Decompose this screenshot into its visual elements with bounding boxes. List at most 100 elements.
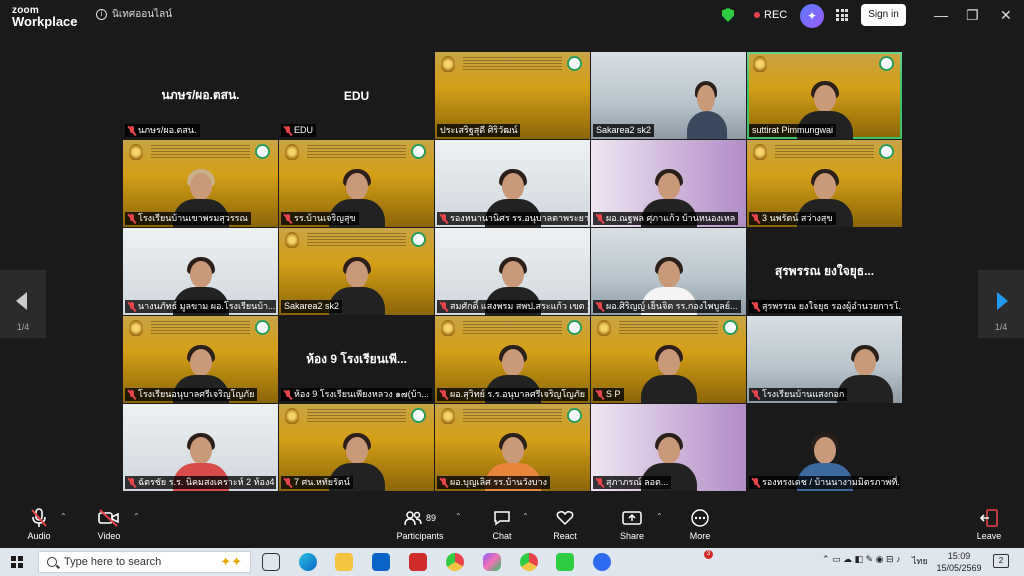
next-page-button[interactable]: 1/4 <box>978 270 1024 338</box>
video-tile[interactable]: รองทรงเดช / บ้านนางามมิตรภาพที่... <box>747 404 902 491</box>
leave-button[interactable]: Leave <box>974 507 1004 541</box>
participant-nametag: Sakarea2 sk2 <box>593 124 655 137</box>
windows-start-icon[interactable] <box>11 556 23 568</box>
video-tile[interactable]: ผอ.ณฐพล ศุภาแก้ว บ้านหนองเหล <box>591 140 746 227</box>
school-seal-icon <box>441 56 455 72</box>
office-logo-icon <box>411 232 426 247</box>
video-tile[interactable]: นภษร/ผอ.ตสน. นภษร/ผอ.ตสน. <box>123 52 278 139</box>
chat-options-caret[interactable]: ⌃ <box>522 512 529 521</box>
input-language[interactable]: ไทย <box>912 554 928 568</box>
mic-muted-icon <box>752 301 760 312</box>
participants-options-caret[interactable]: ⌃ <box>455 512 462 521</box>
participant-nametag: Sakarea2 sk2 <box>281 300 343 313</box>
minimize-button[interactable]: — <box>934 6 948 24</box>
share-button[interactable]: Share <box>616 507 648 541</box>
notification-center-icon[interactable]: 2 <box>993 554 1009 568</box>
video-button[interactable]: Video <box>92 507 126 541</box>
notification-count: 2 <box>998 556 1004 565</box>
react-button[interactable]: React <box>550 507 580 541</box>
sign-in-button[interactable]: Sign in <box>861 4 906 26</box>
mail-icon[interactable] <box>372 553 390 571</box>
audio-button[interactable]: Audio <box>22 507 56 541</box>
video-tile[interactable]: 3 นพรัตน์ สว่างสุข <box>747 140 902 227</box>
participant-nametag: โรงเรียนบ้านเขาพรมสุวรรณ <box>125 212 251 225</box>
chat-label: Chat <box>492 531 512 541</box>
windows-taskbar: Type here to search ✦✦ 3 ⌃ ▭ ☁ ◧ ✎ ◉ ⊟ ♪… <box>0 548 1024 576</box>
participant-name: สุภาภรณ์ ลอต... <box>606 477 669 487</box>
participant-name: นางนภัทธ์ มูลขาม ผอ.โรงเรียนบ้า... <box>138 301 276 311</box>
video-tile[interactable]: EDU EDU <box>279 52 434 139</box>
meeting-toolbar: Audio ⌃ Video ⌃ 89 Participants ⌃ Chat ⌃… <box>0 500 1024 548</box>
chat-button[interactable]: Chat <box>488 507 516 541</box>
chrome-icon[interactable] <box>446 553 464 571</box>
participant-nametag: 3 นพรัตน์ สว่างสุข <box>749 212 836 225</box>
video-tile[interactable]: สุภาภรณ์ ลอต... <box>591 404 746 491</box>
ai-companion-icon[interactable]: ✦ <box>800 4 824 28</box>
line-app-icon[interactable] <box>556 553 574 571</box>
task-view-icon[interactable] <box>262 553 280 571</box>
video-tile[interactable]: โรงเรียนบ้านแสงกอก <box>747 316 902 403</box>
edge-browser-icon[interactable] <box>299 553 317 571</box>
video-tile[interactable]: รร.บ้านเจริญสุข <box>279 140 434 227</box>
more-button[interactable]: More <box>686 507 714 541</box>
mic-muted-icon <box>22 507 56 529</box>
audio-options-caret[interactable]: ⌃ <box>60 512 67 521</box>
participants-icon: 89 <box>396 507 444 529</box>
participants-button[interactable]: 89 Participants <box>396 507 444 541</box>
file-explorer-icon[interactable] <box>335 553 353 571</box>
system-clock[interactable]: 15:09 15/05/2569 <box>936 550 982 574</box>
participant-nametag: 7 ศน.หทัยรัตน์ <box>281 476 353 489</box>
recorder-app-icon[interactable] <box>409 553 427 571</box>
mic-muted-icon <box>284 477 292 488</box>
mic-muted-icon <box>440 213 448 224</box>
mic-muted-icon <box>752 477 760 488</box>
share-options-caret[interactable]: ⌃ <box>656 512 663 521</box>
video-tile[interactable]: โรงเรียนอนุบาลศรีเจริญโญภัย <box>123 316 278 403</box>
video-tile[interactable]: ห้อง 9 โรงเรียนเพี... ห้อง 9 โรงเรียนเพี… <box>279 316 434 403</box>
slide-header-graphic <box>307 233 406 247</box>
chrome-profile-icon[interactable] <box>520 553 538 571</box>
recording-indicator[interactable]: REC <box>754 9 787 21</box>
zoom-logo: zoom Workplace <box>12 5 78 28</box>
participant-nametag: นภษร/ผอ.ตสน. <box>125 124 200 137</box>
video-tile[interactable]: S P <box>591 316 746 403</box>
tray-icons[interactable]: ⌃ ▭ ☁ ◧ ✎ ◉ ⊟ ♪ <box>822 554 901 565</box>
video-tile[interactable]: โรงเรียนบ้านเขาพรมสุวรรณ <box>123 140 278 227</box>
video-tile[interactable]: Sakarea2 sk2 <box>591 52 746 139</box>
mic-muted-icon <box>128 389 136 400</box>
active-speaker-tile[interactable]: suttirat Pimmungwai <box>747 52 902 139</box>
zoom-app-icon[interactable] <box>593 553 611 571</box>
video-tile[interactable]: Sakarea2 sk2 <box>279 228 434 315</box>
participant-nametag: suttirat Pimmungwai <box>749 124 837 137</box>
participant-nametag: รร.บ้านเจริญสุข <box>281 212 359 225</box>
title-bar: zoom Workplace i นิเทศออนไลน์ REC ✦ Sign… <box>0 0 1024 33</box>
mic-muted-icon <box>752 389 760 400</box>
video-tile[interactable]: ฉัตรชัย ร.ร. นิคมสงเคราะห์ 2 ห้อง4 <box>123 404 278 491</box>
video-options-caret[interactable]: ⌃ <box>133 512 140 521</box>
copilot-icon[interactable] <box>483 553 501 571</box>
maximize-button[interactable]: ❐ <box>966 6 979 24</box>
video-tile[interactable]: นางนภัทธ์ มูลขาม ผอ.โรงเรียนบ้า... <box>123 228 278 315</box>
video-tile[interactable]: ผอ.สุวิทย์ ร.ร.อนุบาลศรีเจริญโญภัย <box>435 316 590 403</box>
video-tile[interactable]: ผอ.บุญเลิศ รร.บ้านวังบาง <box>435 404 590 491</box>
meeting-info-button[interactable]: i นิเทศออนไลน์ <box>96 7 172 22</box>
chevron-left-icon <box>16 292 27 310</box>
video-tile[interactable]: รองหนานานิศร รร.อนุบาลตาพระยา <box>435 140 590 227</box>
video-tile[interactable]: ประเสริฐสุดี ศิริวัฒน์ <box>435 52 590 139</box>
participant-name: ผอ.ศิริญญ์ เย็นจิต รร.กองไพบูลย์... <box>606 301 738 311</box>
close-button[interactable]: ✕ <box>1000 6 1012 24</box>
video-tile[interactable]: สุรพรรณ ยงใจยุธ... สุรพรรณ ยงใจยุธ รองผู… <box>747 228 902 315</box>
participant-name: ประเสริฐสุดี ศิริวัฒน์ <box>440 125 518 135</box>
video-tile[interactable]: ผอ.ศิริญญ์ เย็นจิต รร.กองไพบูลย์... <box>591 228 746 315</box>
encryption-shield-icon[interactable] <box>722 8 734 22</box>
record-dot-icon <box>754 12 760 18</box>
school-seal-icon <box>441 408 455 424</box>
taskbar-search-box[interactable]: Type here to search ✦✦ <box>38 551 251 573</box>
video-tile[interactable]: สมศักดิ์ แสงพรม สพป.สระแก้ว เขต 2 <box>435 228 590 315</box>
previous-page-button[interactable]: 1/4 <box>0 270 46 338</box>
taskbar-badge: 3 <box>704 550 713 559</box>
participant-name: โรงเรียนบ้านแสงกอก <box>762 389 845 399</box>
apps-grid-icon[interactable] <box>836 9 848 21</box>
participant-name: suttirat Pimmungwai <box>752 125 834 135</box>
video-tile[interactable]: 7 ศน.หทัยรัตน์ <box>279 404 434 491</box>
